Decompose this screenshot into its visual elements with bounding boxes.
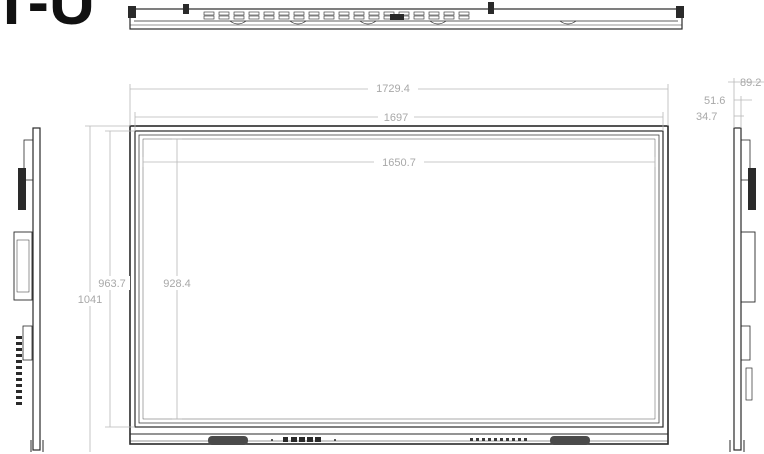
front-button	[512, 438, 515, 441]
front-button	[482, 438, 485, 441]
vent-slot	[458, 11, 470, 16]
right-side-view	[729, 127, 756, 452]
side-port	[16, 360, 22, 363]
vent-slot	[278, 15, 290, 20]
vent-slot	[338, 15, 350, 20]
vent-slot	[413, 15, 425, 20]
dim-depth-total-label: 89.2	[740, 77, 761, 89]
front-view	[129, 125, 669, 445]
vent-slot	[353, 15, 365, 20]
front-button	[494, 438, 497, 441]
right-speaker-grille	[550, 436, 590, 445]
vent-slot	[458, 15, 470, 20]
front-button	[476, 438, 479, 441]
front-button	[500, 438, 503, 441]
technical-drawing: T-U 1729.4 1697 1650.7 1041 963.7 928.4 …	[0, 0, 764, 452]
vent-slot	[428, 11, 440, 16]
vent-slot	[323, 11, 335, 16]
front-button	[518, 438, 521, 441]
side-port	[16, 390, 22, 393]
vent-slot	[428, 15, 440, 20]
vent-slot	[218, 15, 230, 20]
dim-depth: 89.2 51.6 34.7	[696, 77, 764, 128]
side-port	[16, 354, 22, 357]
dim-overall-width-label: 1729.4	[376, 83, 410, 95]
front-button	[488, 438, 491, 441]
vent-slot	[413, 11, 425, 16]
dim-bezel-height: 963.7	[94, 130, 135, 428]
side-port	[16, 348, 22, 351]
vent-slot	[248, 11, 260, 16]
side-port	[16, 384, 22, 387]
front-button	[524, 438, 527, 441]
vent-slot	[293, 15, 305, 20]
vent-slot	[203, 11, 215, 16]
top-view	[128, 2, 684, 30]
dim-depth-panel-label: 34.7	[696, 111, 717, 123]
front-button	[506, 438, 509, 441]
side-port	[16, 402, 22, 405]
vent-slot	[443, 11, 455, 16]
vent-slot	[218, 11, 230, 16]
side-port	[16, 378, 22, 381]
dim-active-height: 928.4	[159, 138, 195, 420]
vent-slot	[338, 11, 350, 16]
vent-slot	[368, 11, 380, 16]
side-port	[16, 342, 22, 345]
left-speaker-grille	[208, 436, 248, 445]
left-side-ports	[16, 336, 22, 405]
side-port	[16, 372, 22, 375]
dim-active-height-label: 928.4	[163, 278, 191, 290]
vent-slot	[293, 11, 305, 16]
vent-slot	[263, 15, 275, 20]
vent-slot	[443, 15, 455, 20]
dim-bezel-height-label: 963.7	[98, 278, 126, 290]
dim-bezel-width: 1697	[134, 110, 664, 131]
front-button	[470, 438, 473, 441]
dim-overall-height-label: 1041	[78, 294, 102, 306]
vent-slot	[368, 15, 380, 20]
vent-slot	[248, 15, 260, 20]
vent-slot	[308, 11, 320, 16]
dim-active-width: 1650.7	[142, 155, 656, 169]
front-buttons	[470, 438, 527, 441]
corner-label: T-U	[0, 0, 95, 38]
top-vent-slots	[203, 11, 470, 20]
dim-bezel-width-label: 1697	[384, 112, 408, 124]
dim-active-width-label: 1650.7	[382, 157, 416, 169]
vent-slot	[233, 11, 245, 16]
side-port	[16, 396, 22, 399]
side-port	[16, 366, 22, 369]
vent-slot	[233, 15, 245, 20]
vent-slot	[203, 15, 215, 20]
vent-slot	[308, 15, 320, 20]
vent-slot	[323, 15, 335, 20]
left-side-view	[13, 127, 44, 452]
vent-slot	[278, 11, 290, 16]
dim-depth-mid-label: 51.6	[704, 95, 725, 107]
vent-slot	[353, 11, 365, 16]
vent-slot	[263, 11, 275, 16]
side-port	[16, 336, 22, 339]
